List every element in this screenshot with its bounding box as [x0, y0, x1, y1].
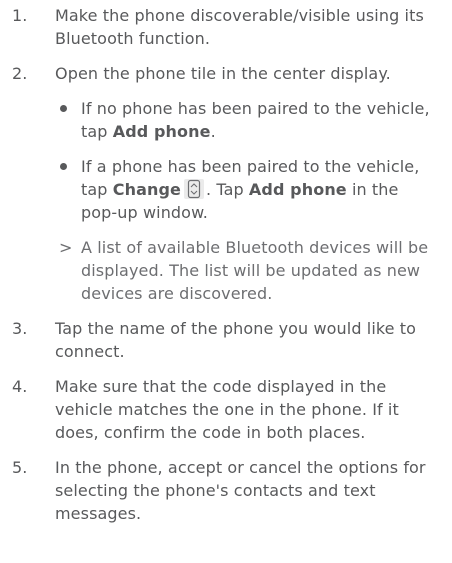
change-icon [183, 179, 204, 199]
step-number: 2. [12, 64, 28, 83]
bullet-icon [60, 163, 67, 170]
add-phone-label: Add phone [248, 180, 347, 199]
substep-change-phone: If a phone has been paired to the vehi­c… [55, 155, 444, 224]
step-number: 3. [12, 319, 28, 338]
step-text: Make sure that the code displayed in the… [55, 377, 399, 442]
step-text: Make the phone discoverable/visible usin… [55, 6, 424, 48]
step-number: 4. [12, 377, 28, 396]
instruction-list: 1. Make the phone discoverable/visible u… [0, 0, 452, 525]
step-text: In the phone, accept or cancel the optio… [55, 458, 426, 523]
step-3: 3. Tap the name of the phone you would l… [0, 317, 452, 363]
result-text: A list of available Bluetooth devices wi… [81, 238, 429, 303]
step-2-substeps: If no phone has been paired to the vehi­… [55, 97, 444, 305]
substep-result: > A list of available Bluetooth devices … [55, 236, 444, 305]
step-text: Open the phone tile in the center displa… [55, 64, 391, 83]
substep-text-end: . [210, 122, 216, 141]
change-label: Change [112, 180, 181, 199]
bullet-icon [60, 105, 67, 112]
step-2: 2. Open the phone tile in the center dis… [0, 62, 452, 305]
result-arrow-icon: > [59, 238, 73, 257]
step-5: 5. In the phone, accept or cancel the op… [0, 456, 452, 525]
step-1: 1. Make the phone discoverable/visible u… [0, 4, 452, 50]
step-text: Tap the name of the phone you would like… [55, 319, 417, 361]
step-number: 1. [12, 6, 28, 25]
step-number: 5. [12, 458, 28, 477]
add-phone-label: Add phone [112, 122, 211, 141]
substep-add-phone: If no phone has been paired to the vehi­… [55, 97, 444, 143]
step-4: 4. Make sure that the code displayed in … [0, 375, 452, 444]
substep-text-mid: . Tap [205, 180, 249, 199]
